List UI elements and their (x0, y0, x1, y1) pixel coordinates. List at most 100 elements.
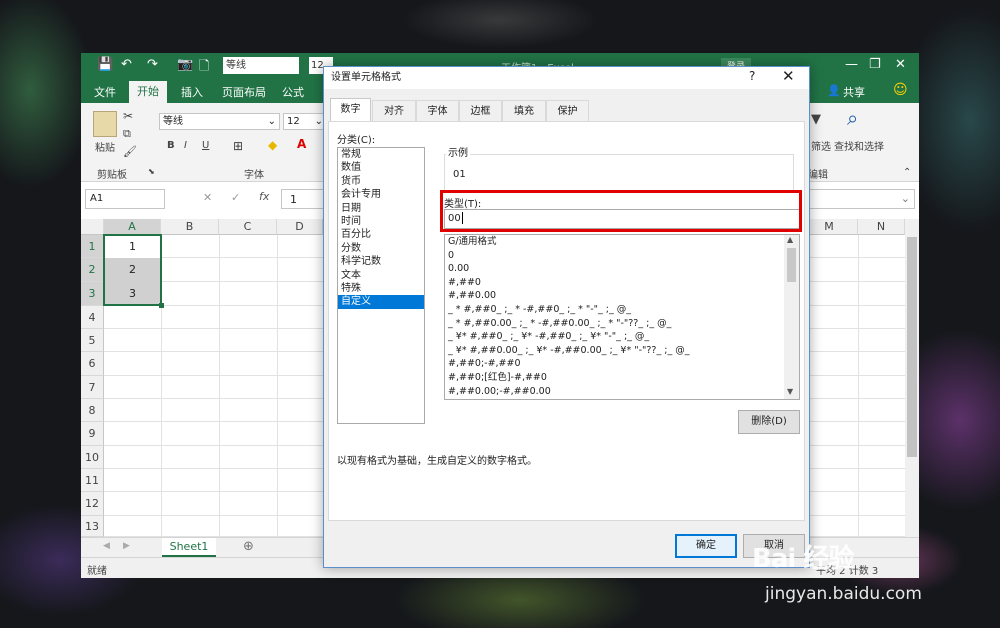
row-header[interactable]: 11 (81, 469, 104, 492)
smiley-icon[interactable]: ☺ (893, 82, 908, 98)
category-item[interactable]: 日期 (338, 202, 424, 215)
category-item[interactable]: 科学记数 (338, 255, 424, 268)
tab-border[interactable]: 边框 (459, 100, 502, 121)
format-code-item[interactable]: #,##0;[红色]-#,##0 (445, 371, 799, 385)
redo-icon[interactable]: ↷ (147, 57, 158, 72)
format-code-item[interactable]: #,##0.00 (445, 289, 799, 303)
cancel-entry-icon[interactable]: ✕ (203, 191, 212, 204)
tab-page-layout[interactable]: 页面布局 (222, 84, 266, 100)
fill-handle[interactable] (159, 303, 164, 308)
scroll-right-icon[interactable]: ▶ (123, 541, 130, 551)
format-list-scroll-thumb[interactable] (787, 248, 796, 282)
column-header-d[interactable]: D (277, 219, 323, 235)
category-item[interactable]: 自定义 (338, 295, 424, 309)
collapse-ribbon-icon[interactable]: ⌃ (903, 167, 911, 178)
row-header[interactable]: 7 (81, 376, 104, 399)
scrollbar-thumb[interactable] (907, 237, 917, 457)
format-code-item[interactable]: _ ¥* #,##0.00_ ;_ ¥* -#,##0.00_ ;_ ¥* "-… (445, 344, 799, 358)
column-header-b[interactable]: B (161, 219, 219, 235)
qat-font-name-box[interactable]: 等线 (223, 57, 299, 74)
fill-color-icon[interactable]: ◆ (268, 138, 277, 152)
column-header-a[interactable]: A (104, 219, 161, 235)
expand-formula-icon[interactable]: ⌄ (901, 192, 910, 205)
format-code-item[interactable]: _ * #,##0.00_ ;_ * -#,##0.00_ ;_ * "-"??… (445, 317, 799, 331)
category-item[interactable]: 特殊 (338, 282, 424, 295)
category-item[interactable]: 数值 (338, 161, 424, 174)
scroll-left-icon[interactable]: ◀ (103, 541, 110, 551)
enter-entry-icon[interactable]: ✓ (231, 191, 240, 204)
row-header[interactable]: 5 (81, 329, 104, 352)
italic-button[interactable]: I (184, 140, 187, 151)
row-header[interactable]: 8 (81, 399, 104, 422)
close-icon[interactable]: ✕ (895, 57, 906, 72)
row-header[interactable]: 1 (81, 235, 104, 258)
sheet-tab-sheet1[interactable]: Sheet1 (162, 538, 216, 557)
format-code-item[interactable]: #,##0.00;-#,##0.00 (445, 385, 799, 399)
paste-label[interactable]: 粘贴 (95, 139, 115, 154)
formula-input-right[interactable]: ⌄ (805, 189, 915, 209)
undo-icon[interactable]: ↶ (121, 57, 132, 72)
format-painter-icon[interactable]: 🖌 (123, 145, 137, 158)
font-color-icon[interactable]: A (297, 137, 306, 151)
paste-icon[interactable] (93, 111, 117, 137)
scroll-down-icon[interactable]: ▼ (787, 387, 793, 396)
filter-label[interactable]: 筛选 (811, 138, 831, 153)
font-name-dropdown[interactable]: 等线 ⌄ (159, 113, 280, 130)
underline-button[interactable]: U (202, 140, 209, 151)
category-item[interactable]: 分数 (338, 242, 424, 255)
column-header-c[interactable]: C (219, 219, 277, 235)
copy-icon[interactable]: ⧉ (123, 127, 131, 141)
camera-icon[interactable]: 📷 (177, 57, 193, 72)
save-icon[interactable]: 💾 (97, 57, 113, 72)
row-header[interactable]: 12 (81, 492, 104, 516)
clipboard-launcher-icon[interactable]: ⬊ (148, 167, 155, 176)
ok-button[interactable]: 确定 (675, 534, 737, 558)
row-header[interactable]: 10 (81, 446, 104, 469)
tab-fill[interactable]: 填充 (502, 100, 546, 121)
tab-insert[interactable]: 插入 (181, 84, 203, 100)
format-code-item[interactable]: _ * #,##0_ ;_ * -#,##0_ ;_ * "-"_ ;_ @_ (445, 303, 799, 317)
format-list-scrollbar[interactable]: ▲ ▼ (784, 235, 799, 399)
format-code-list[interactable]: G/通用格式 0 0.00 #,##0 #,##0.00 _ * #,##0_ ;_ * … (444, 234, 800, 400)
vertical-scrollbar[interactable] (905, 219, 919, 537)
insert-function-icon[interactable]: fx (259, 190, 269, 203)
category-list[interactable]: 常规 数值 货币 会计专用 日期 时间 百分比 分数 科学记数 文本 特殊 自定义 (337, 147, 425, 424)
format-code-item[interactable]: #,##0 (445, 276, 799, 290)
dialog-close-icon[interactable]: ✕ (782, 67, 795, 85)
sort-filter-icon[interactable]: ▼ (811, 112, 821, 127)
delete-button[interactable]: 删除(D) (738, 410, 800, 434)
scroll-up-icon[interactable]: ▲ (787, 235, 793, 244)
row-header[interactable]: 3 (81, 282, 104, 306)
restore-icon[interactable]: ❐ (869, 57, 881, 72)
new-document-icon[interactable]: 🗋 (199, 57, 209, 79)
category-item[interactable]: 时间 (338, 215, 424, 228)
bold-button[interactable]: B (167, 140, 175, 151)
search-icon[interactable]: ⌕ (847, 106, 858, 130)
share-button[interactable]: 共享 (843, 84, 865, 100)
category-item[interactable]: 文本 (338, 269, 424, 282)
category-item[interactable]: 常规 (338, 148, 424, 161)
row-header[interactable]: 4 (81, 306, 104, 329)
row-header[interactable]: 6 (81, 352, 104, 376)
format-code-item[interactable]: _ ¥* #,##0_ ;_ ¥* -#,##0_ ;_ ¥* "-"_ ;_ … (445, 330, 799, 344)
find-select-label[interactable]: 查找和选择 (834, 138, 884, 153)
minimize-icon[interactable]: — (845, 57, 858, 72)
row-header[interactable]: 9 (81, 422, 104, 446)
tab-formulas[interactable]: 公式 (282, 84, 304, 100)
category-item[interactable]: 货币 (338, 175, 424, 188)
tab-number[interactable]: 数字 (330, 98, 371, 122)
column-header-n[interactable]: N (858, 219, 905, 235)
row-header[interactable]: 13 (81, 516, 104, 537)
format-code-item[interactable]: 0.00 (445, 262, 799, 276)
format-code-item[interactable]: #,##0;-#,##0 (445, 357, 799, 371)
category-item[interactable]: 百分比 (338, 228, 424, 241)
format-code-item[interactable]: 0 (445, 249, 799, 263)
font-size-dropdown[interactable]: 12 ⌄ (283, 113, 327, 130)
add-sheet-icon[interactable]: ⊕ (243, 539, 254, 554)
format-code-item[interactable]: G/通用格式 (445, 235, 799, 249)
tab-alignment[interactable]: 对齐 (372, 100, 416, 121)
border-icon[interactable]: ⊞ (233, 139, 243, 153)
row-header[interactable]: 2 (81, 258, 104, 282)
tab-home[interactable]: 开始 (129, 81, 167, 103)
tab-file[interactable]: 文件 (94, 84, 116, 100)
